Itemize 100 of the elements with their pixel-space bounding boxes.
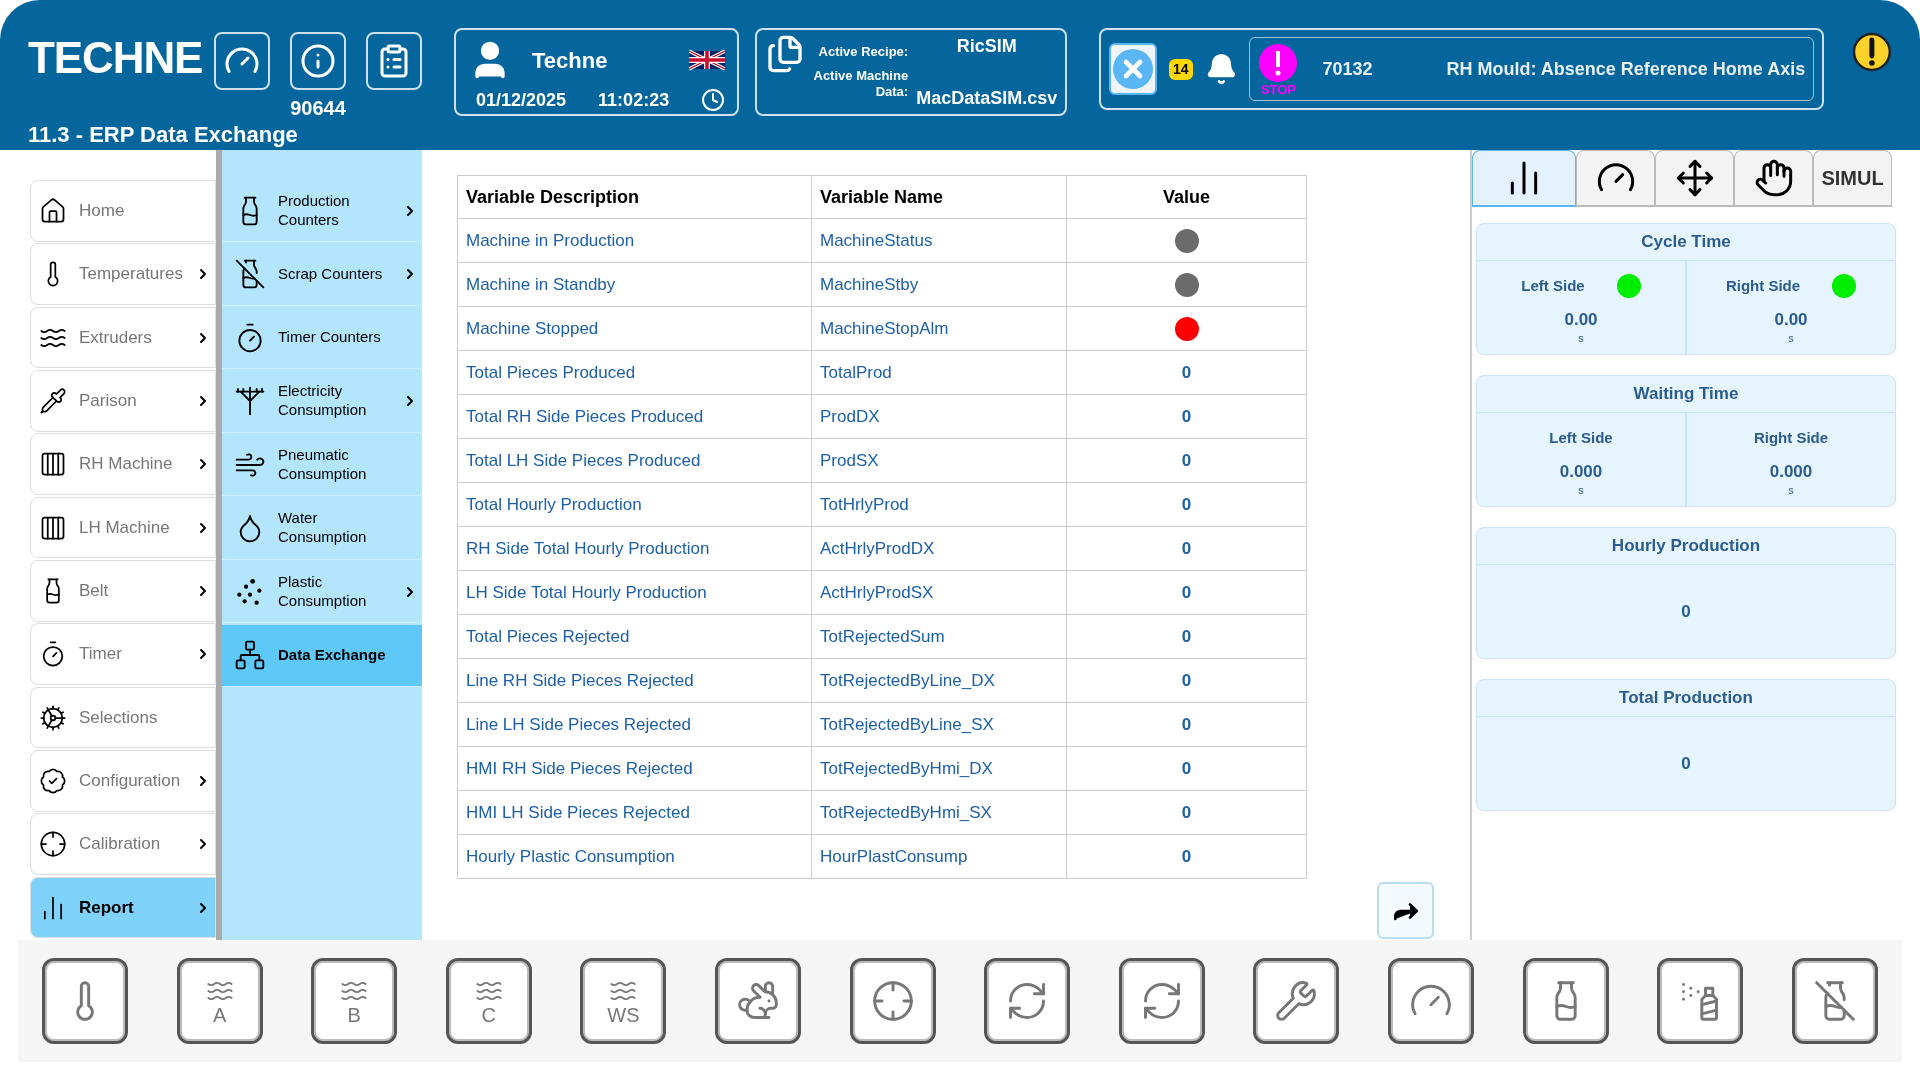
gauge-button[interactable] — [214, 32, 270, 90]
date-text: 01/12/2025 — [476, 89, 567, 112]
table-cell: TotHrlyProd — [811, 482, 1067, 527]
network-icon — [234, 639, 266, 671]
table-cell: ProdDX — [811, 394, 1067, 439]
tool-button[interactable] — [1253, 958, 1340, 1044]
alarm-count-badge: 14 — [1169, 58, 1193, 80]
panel-tab[interactable] — [1655, 150, 1734, 207]
menu-item[interactable]: RH Machine — [30, 433, 216, 496]
column-header: Variable Name — [811, 175, 1067, 219]
value-text: 0 — [1181, 626, 1192, 646]
table-cell: Total Pieces Produced — [457, 350, 812, 395]
alarm-message: RH Mould: Absence Reference Home Axis — [1446, 58, 1806, 81]
tool-button[interactable] — [1522, 958, 1609, 1044]
panel-tab[interactable]: SIMUL — [1813, 150, 1892, 207]
forward-button[interactable] — [1377, 882, 1434, 939]
menu-item[interactable]: Selections — [30, 686, 216, 749]
user-name: Techne — [532, 46, 609, 75]
side-value: 0.000 — [1559, 461, 1603, 483]
pylon-icon — [234, 385, 266, 417]
pipette-icon — [39, 386, 67, 415]
menu-item[interactable]: Configuration — [30, 749, 216, 812]
crossed-bottle-icon — [1812, 979, 1857, 1023]
value-text: 0 — [1181, 670, 1192, 690]
recipe-value: RicSIM — [956, 35, 1017, 58]
hand-icon — [1753, 158, 1794, 198]
card-title: Waiting Time — [1477, 376, 1895, 413]
menu-item[interactable]: LH Machine — [30, 496, 216, 559]
table-cell: Total Hourly Production — [457, 482, 812, 527]
clipboard-button[interactable] — [366, 32, 422, 90]
table-cell: TotRejectedSum — [811, 614, 1067, 659]
time-text: 11:02:23 — [598, 89, 670, 112]
value-text: 0 — [1181, 714, 1192, 734]
tool-button[interactable]: C — [445, 958, 532, 1044]
card-value: 0 — [1681, 752, 1691, 775]
table-cell: Hourly Plastic Consumption — [457, 834, 812, 879]
clock-icon — [701, 88, 726, 112]
value-text: 0 — [1181, 846, 1192, 866]
house-icon — [39, 196, 67, 225]
panel-tab[interactable] — [1734, 150, 1813, 207]
value-text: 0 — [1181, 494, 1192, 514]
check-badge-icon — [39, 766, 67, 795]
table-cell: ActHrlyProdSX — [811, 570, 1067, 615]
crosshair-icon — [39, 830, 67, 859]
table-cell: HourPlastConsump — [811, 834, 1067, 879]
card-title: Cycle Time — [1477, 224, 1895, 261]
table-cell: TotalProd — [811, 350, 1067, 395]
menu-item[interactable]: Report — [30, 876, 216, 939]
table-cell: TotRejectedByHmi_DX — [811, 746, 1067, 791]
value-text: 0 — [1181, 802, 1192, 822]
tool-button[interactable] — [1388, 958, 1475, 1044]
tool-button[interactable] — [1118, 958, 1205, 1044]
table-cell: TotRejectedByHmi_SX — [811, 790, 1067, 835]
tool-button[interactable] — [1657, 958, 1744, 1044]
menu-item[interactable]: Temperatures — [30, 243, 216, 306]
gear-icon — [39, 703, 67, 732]
value-text: 0 — [1181, 406, 1192, 426]
machine-data-value: MacDataSIM.csv — [916, 87, 1058, 110]
side-label: Right Side — [1753, 427, 1829, 448]
side-value: 0.00 — [1774, 309, 1808, 331]
value-text: 0 — [1181, 582, 1192, 602]
wrench-icon — [1274, 979, 1319, 1023]
tool-button[interactable] — [715, 958, 802, 1044]
table-cell: HMI LH Side Pieces Rejected — [457, 790, 812, 835]
side-label: Left Side — [1549, 427, 1613, 448]
hand-move-icon — [1674, 158, 1715, 198]
tool-button[interactable] — [984, 958, 1071, 1044]
menu-item[interactable]: Home — [30, 180, 216, 242]
panel-tab[interactable] — [1576, 150, 1655, 207]
close-button[interactable] — [1109, 43, 1158, 95]
table-cell: ActHrlyProdDX — [811, 526, 1067, 571]
tool-button[interactable] — [1791, 958, 1878, 1044]
panel-tab[interactable] — [1472, 150, 1576, 207]
submenu-item[interactable]: Data Exchange — [222, 624, 422, 687]
menu-item[interactable]: Extruders — [30, 306, 216, 369]
info-button[interactable] — [290, 32, 346, 90]
table-cell: Line LH Side Pieces Rejected — [457, 702, 812, 747]
menu-item[interactable]: Timer — [30, 623, 216, 686]
card-value: 0 — [1681, 600, 1691, 623]
menu-item[interactable]: Belt — [30, 559, 216, 622]
stop-label: STOP — [1260, 82, 1297, 96]
menu-item[interactable]: Parison — [30, 370, 216, 432]
column-header: Variable Description — [457, 175, 812, 219]
tool-button[interactable]: WS — [580, 958, 667, 1044]
tool-button[interactable]: A — [176, 958, 263, 1044]
info-icon — [300, 43, 336, 79]
table-cell: MachineStby — [811, 262, 1067, 307]
tool-button[interactable] — [42, 958, 128, 1044]
counter-value: 90644 — [290, 96, 346, 121]
tool-button[interactable] — [849, 958, 936, 1044]
recipe-label: Active Recipe: — [818, 43, 909, 60]
unit-label: s — [1788, 332, 1794, 344]
menu-item[interactable]: Calibration — [30, 813, 216, 876]
unit-label: s — [1578, 484, 1584, 496]
card-title: Total Production — [1477, 680, 1895, 717]
table-cell: RH Side Total Hourly Production — [457, 526, 812, 571]
tool-button[interactable]: B — [311, 958, 398, 1044]
table-cell: MachineStatus — [811, 218, 1067, 263]
table-cell: LH Side Total Hourly Production — [457, 570, 812, 615]
table-cell: Total RH Side Pieces Produced — [457, 394, 812, 439]
